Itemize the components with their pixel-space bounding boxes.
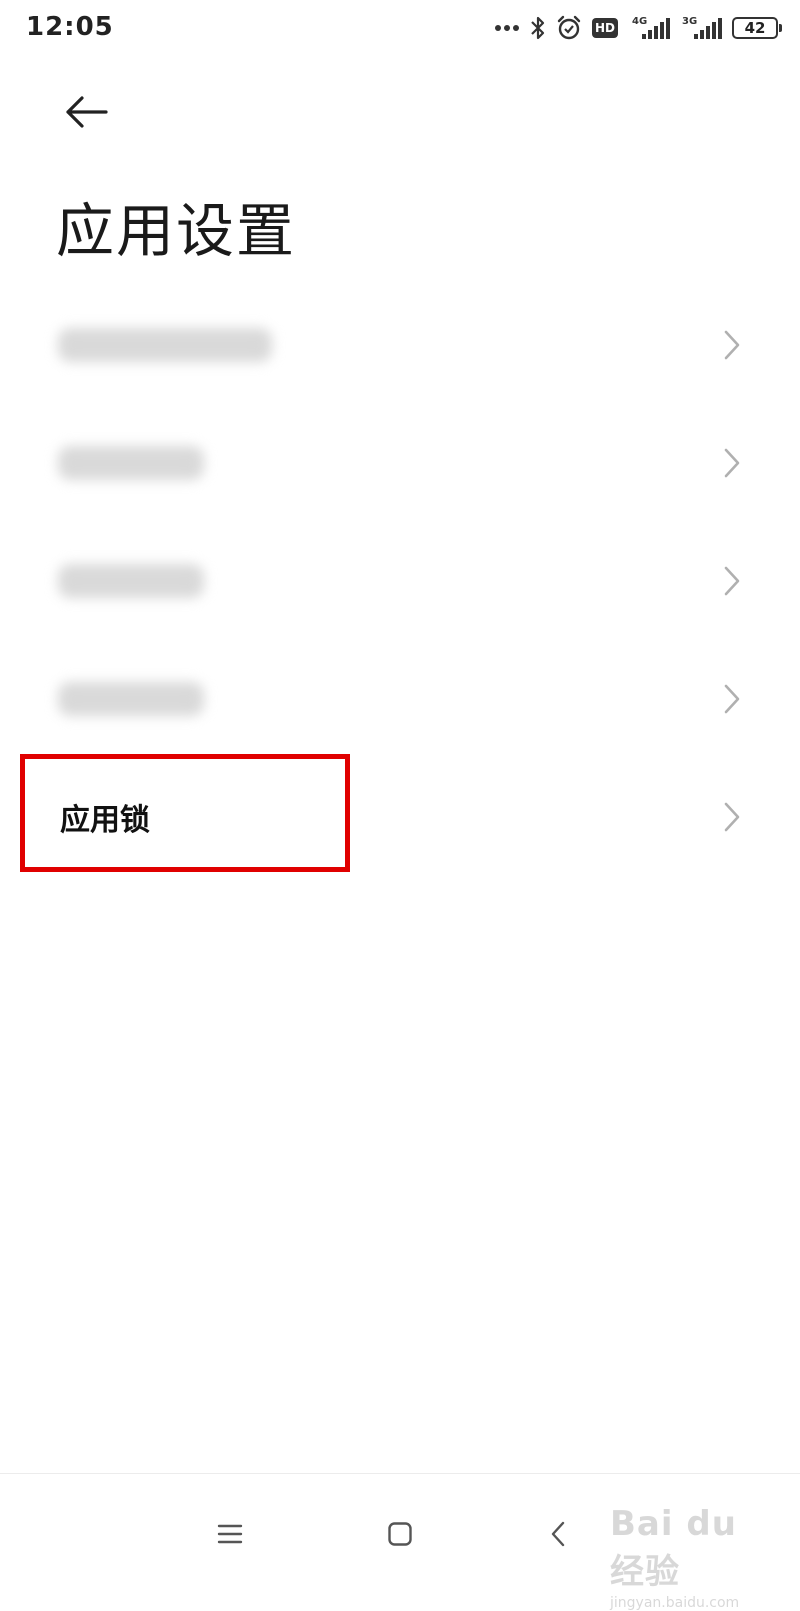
nav-back-button[interactable]: [528, 1504, 588, 1564]
arrow-left-icon: [64, 96, 108, 132]
chevron-right-icon: [724, 802, 740, 832]
page-title: 应用设置: [56, 197, 297, 265]
watermark-sub: jingyan.baidu.com: [610, 1595, 740, 1611]
settings-item-2[interactable]: [0, 404, 800, 522]
signal-4g-icon: 4G: [628, 15, 670, 41]
signal-3g-icon: 3G: [680, 15, 722, 41]
alarm-icon: [556, 15, 582, 41]
nav-menu-button[interactable]: [200, 1504, 260, 1564]
status-time: 12:05: [26, 12, 114, 42]
bluetooth-icon: [530, 15, 546, 41]
hd-icon: HD: [592, 18, 618, 38]
settings-item-1[interactable]: [0, 286, 800, 404]
chevron-right-icon: [724, 566, 740, 596]
watermark: Bai du 经验 jingyan.baidu.com: [610, 1504, 760, 1611]
back-button[interactable]: [56, 88, 116, 140]
settings-item-3[interactable]: [0, 522, 800, 640]
battery-icon: 42: [732, 17, 782, 39]
blurred-label: [58, 682, 204, 716]
nav-bar: Bai du 经验 jingyan.baidu.com: [0, 1473, 800, 1611]
nav-home-button[interactable]: [370, 1504, 430, 1564]
network-3g-label: 3G: [682, 16, 697, 27]
menu-icon: [217, 1524, 243, 1544]
more-dots-icon: [494, 23, 520, 33]
network-4g-label: 4G: [632, 16, 647, 27]
blurred-label: [58, 564, 204, 598]
chevron-right-icon: [724, 330, 740, 360]
highlight-box: [20, 754, 350, 872]
status-icons: HD 4G 3G 42: [494, 12, 782, 44]
status-bar: 12:05 HD 4G 3G 42: [0, 0, 800, 56]
battery-level: 42: [744, 19, 766, 37]
blurred-label: [58, 328, 272, 362]
blurred-label: [58, 446, 204, 480]
chevron-right-icon: [724, 684, 740, 714]
watermark-main: Bai du 经验: [610, 1504, 737, 1592]
back-icon: [551, 1521, 565, 1547]
chevron-right-icon: [724, 448, 740, 478]
settings-item-4[interactable]: [0, 640, 800, 758]
home-icon: [388, 1522, 412, 1546]
